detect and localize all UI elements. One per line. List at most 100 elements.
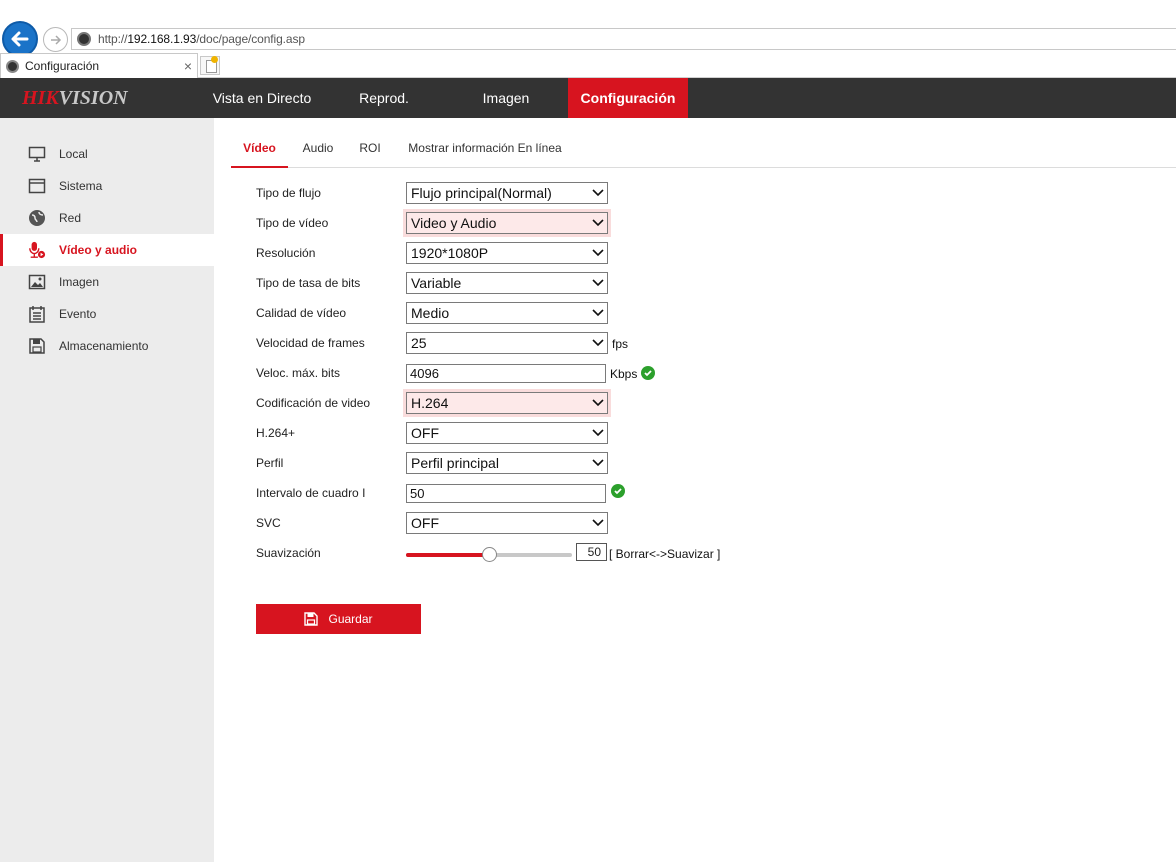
smoothing-slider-fill — [406, 553, 489, 557]
profile-label: Perfil — [256, 456, 284, 470]
tab-audio[interactable]: Audio — [297, 133, 339, 168]
row-smoothing: Suavización 50 [ Borrar<->Suavizar ] — [256, 538, 956, 568]
site-icon — [77, 32, 91, 46]
sidebar-item-label: Vídeo y audio — [59, 243, 138, 257]
h264plus-label: H.264+ — [256, 426, 296, 440]
browser-tab[interactable]: Configuración × — [0, 53, 198, 78]
calendar-icon — [28, 305, 46, 323]
sub-tabs: Vídeo Audio ROI Mostrar información En l… — [231, 133, 1176, 168]
h264plus-value: OFF — [411, 425, 439, 441]
frame-rate-unit: fps — [612, 337, 629, 351]
video-quality-select[interactable]: Medio — [406, 302, 608, 324]
svc-value: OFF — [411, 515, 439, 531]
chevron-down-icon — [592, 429, 604, 437]
profile-select[interactable]: Perfil principal — [406, 452, 608, 474]
chevron-down-icon — [592, 249, 604, 257]
favicon-icon — [6, 59, 19, 73]
profile-value: Perfil principal — [411, 455, 499, 471]
hikvision-logo: HIKVISION — [22, 87, 128, 109]
row-profile: Perfil Perfil principal — [256, 448, 956, 478]
sidebar-item-label: Almacenamiento — [59, 339, 149, 353]
sidebar-item-system[interactable]: Sistema — [0, 170, 214, 202]
chevron-down-icon — [592, 399, 604, 407]
monitor-icon — [28, 145, 46, 163]
tab-video[interactable]: Vídeo — [231, 133, 288, 168]
chevron-down-icon — [592, 339, 604, 347]
nav-playback[interactable]: Reprod. — [340, 78, 428, 118]
tab-roi[interactable]: ROI — [353, 133, 387, 168]
forward-button[interactable] — [43, 27, 68, 52]
chevron-down-icon — [592, 519, 604, 527]
smoothing-slider-handle[interactable] — [482, 547, 497, 562]
encoding-value: H.264 — [411, 395, 449, 411]
max-bitrate-unit: Kbps — [610, 367, 638, 381]
check-icon — [611, 484, 625, 498]
sidebar-item-video-audio[interactable]: Vídeo y audio — [0, 234, 214, 266]
svc-label: SVC — [256, 516, 281, 530]
new-tab-icon — [211, 56, 218, 63]
row-video-type: Tipo de vídeo Video y Audio — [256, 208, 956, 238]
encoding-select[interactable]: H.264 — [406, 392, 608, 414]
arrow-right-icon — [50, 34, 61, 45]
tab-title: Configuración — [25, 59, 100, 73]
sidebar-item-local[interactable]: Local — [0, 138, 214, 170]
frame-rate-select[interactable]: 25 — [406, 332, 608, 354]
i-frame-label: Intervalo de cuadro I — [256, 486, 366, 500]
window-icon — [28, 177, 46, 195]
max-bitrate-input[interactable]: 4096 — [406, 364, 606, 383]
encoding-label: Codificación de video — [256, 396, 371, 410]
stream-type-select[interactable]: Flujo principal(Normal) — [406, 182, 608, 204]
nav-image[interactable]: Imagen — [458, 78, 554, 118]
arrow-left-icon — [11, 31, 29, 47]
close-icon[interactable]: × — [184, 58, 192, 74]
sidebar-item-storage[interactable]: Almacenamiento — [0, 330, 214, 362]
save-label: Guardar — [328, 612, 373, 626]
smoothing-slider[interactable] — [406, 547, 572, 562]
address-bar[interactable]: http://192.168.1.93/doc/page/config.asp — [71, 28, 1176, 50]
row-max-bitrate: Veloc. máx. bits 4096 Kbps — [256, 358, 956, 388]
sidebar-item-image[interactable]: Imagen — [0, 266, 214, 298]
globe-icon — [28, 209, 46, 227]
nav-configuration[interactable]: Configuración — [568, 78, 688, 118]
row-frame-rate: Velocidad de frames 25 fps — [256, 328, 956, 358]
row-i-frame: Intervalo de cuadro I 50 — [256, 478, 956, 508]
floppy-icon — [304, 612, 319, 626]
smoothing-value[interactable]: 50 — [576, 543, 607, 561]
resolution-value: 1920*1080P — [411, 245, 489, 261]
video-type-value: Video y Audio — [411, 215, 497, 231]
content-panel: Vídeo Audio ROI Mostrar información En l… — [214, 118, 1176, 862]
row-h264plus: H.264+ OFF — [256, 418, 956, 448]
stream-type-label: Tipo de flujo — [256, 186, 321, 200]
resolution-select[interactable]: 1920*1080P — [406, 242, 608, 264]
new-tab-button[interactable] — [200, 56, 220, 75]
chevron-down-icon — [592, 189, 604, 197]
row-encoding: Codificación de video H.264 — [256, 388, 956, 418]
sidebar-item-label: Local — [59, 147, 88, 161]
stream-type-value: Flujo principal(Normal) — [411, 185, 552, 201]
svc-select[interactable]: OFF — [406, 512, 608, 534]
resolution-label: Resolución — [256, 246, 316, 260]
sidebar-item-label: Evento — [59, 307, 97, 321]
smoothing-label: Suavización — [256, 546, 321, 560]
back-button[interactable] — [2, 21, 38, 57]
sidebar-item-event[interactable]: Evento — [0, 298, 214, 330]
frame-rate-value: 25 — [411, 335, 427, 351]
row-stream-type: Tipo de flujo Flujo principal(Normal) — [256, 178, 956, 208]
bitrate-type-select[interactable]: Variable — [406, 272, 608, 294]
nav-live-view[interactable]: Vista en Directo — [196, 78, 328, 118]
row-bitrate-type: Tipo de tasa de bits Variable — [256, 268, 956, 298]
chevron-down-icon — [592, 459, 604, 467]
smoothing-hint: [ Borrar<->Suavizar ] — [609, 547, 721, 561]
tab-osd[interactable]: Mostrar información En línea — [403, 133, 567, 168]
video-type-label: Tipo de vídeo — [256, 216, 329, 230]
sidebar-item-label: Red — [59, 211, 82, 225]
sidebar-item-network[interactable]: Red — [0, 202, 214, 234]
h264plus-select[interactable]: OFF — [406, 422, 608, 444]
browser-chrome: http://192.168.1.93/doc/page/config.asp … — [0, 0, 1176, 78]
video-quality-label: Calidad de vídeo — [256, 306, 347, 320]
save-button[interactable]: Guardar — [256, 604, 421, 634]
i-frame-input[interactable]: 50 — [406, 484, 606, 503]
row-svc: SVC OFF — [256, 508, 956, 538]
video-type-select[interactable]: Video y Audio — [406, 212, 608, 234]
row-video-quality: Calidad de vídeo Medio — [256, 298, 956, 328]
